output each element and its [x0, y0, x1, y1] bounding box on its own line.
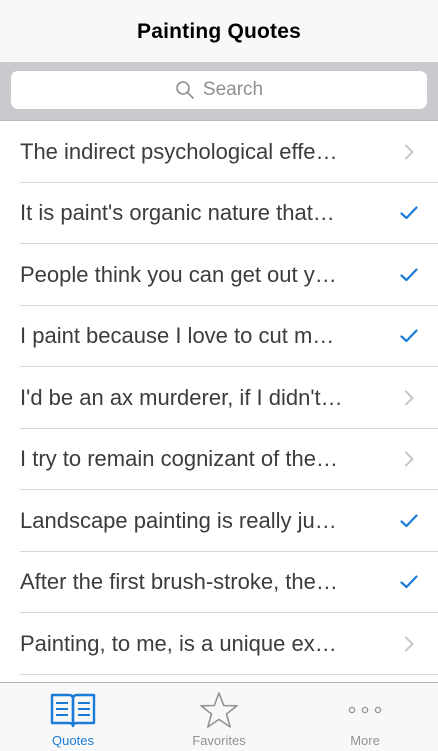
list-item[interactable]: I try to remain cognizant of the…: [0, 429, 438, 491]
search-bar: Search: [0, 62, 438, 121]
tab-bar: Quotes Favorites More: [0, 682, 438, 751]
tab-quotes[interactable]: Quotes: [0, 683, 146, 751]
book-icon: [50, 691, 96, 729]
list-item[interactable]: Painting, to me, is a unique ex…: [0, 613, 438, 675]
list-item[interactable]: I'd be an ax murderer, if I didn't…: [0, 367, 438, 429]
chevron-right-icon: [400, 450, 418, 468]
checkmark-icon: [400, 512, 418, 530]
quote-text: People think you can get out y…: [20, 261, 337, 287]
quote-text: The indirect psychological effe…: [20, 138, 338, 164]
star-icon: [199, 691, 239, 729]
checkmark-icon: [400, 573, 418, 591]
tab-label: Favorites: [192, 733, 246, 748]
checkmark-icon: [400, 327, 418, 345]
list-item[interactable]: After the first brush-stroke, the…: [0, 552, 438, 614]
quote-text: After the first brush-stroke, the…: [20, 569, 338, 595]
tab-favorites[interactable]: Favorites: [146, 683, 292, 751]
page-title: Painting Quotes: [136, 20, 301, 43]
quote-text: I'd be an ax murderer, if I didn't…: [20, 384, 343, 410]
search-placeholder: Search: [202, 79, 264, 100]
list-item[interactable]: The indirect psychological effe…: [0, 121, 438, 183]
quote-text: Landscape painting is really ju…: [20, 507, 337, 533]
list-item[interactable]: It is paint's organic nature that…: [0, 183, 438, 245]
list-item[interactable]: People think you can get out y…: [0, 244, 438, 306]
quote-text: It is paint's organic nature that…: [20, 200, 335, 226]
checkmark-icon: [400, 266, 418, 284]
navigation-bar: Painting Quotes: [0, 0, 438, 62]
search-icon: [175, 80, 195, 100]
search-input[interactable]: Search: [11, 71, 427, 109]
tab-more[interactable]: More: [292, 683, 438, 751]
checkmark-icon: [400, 204, 418, 222]
chevron-right-icon: [400, 635, 418, 653]
quote-text: I try to remain cognizant of the…: [20, 446, 338, 472]
quote-text: Painting, to me, is a unique ex…: [20, 630, 337, 656]
tab-label: Quotes: [52, 733, 94, 748]
chevron-right-icon: [400, 389, 418, 407]
quote-text: I paint because I love to cut m…: [20, 323, 335, 349]
quote-list: The indirect psychological effe… It is p…: [0, 121, 438, 682]
list-item[interactable]: Landscape painting is really ju…: [0, 490, 438, 552]
tab-label: More: [350, 733, 380, 748]
chevron-right-icon: [400, 143, 418, 161]
more-icon: [345, 691, 385, 729]
list-item[interactable]: I paint because I love to cut m…: [0, 306, 438, 368]
